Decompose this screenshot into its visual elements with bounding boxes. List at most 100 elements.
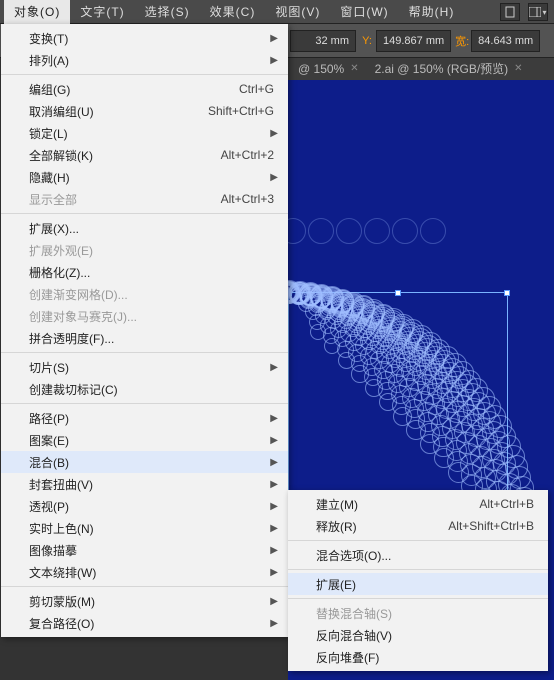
menu-item-label: 扩展(E)	[316, 576, 356, 593]
view-icon[interactable]: ▾	[528, 3, 548, 21]
menu-窗口[interactable]: 窗口(W)	[330, 0, 398, 24]
submenu-arrow-icon: ▶	[270, 457, 278, 468]
y-field[interactable]: 149.867 mm	[376, 30, 451, 52]
menu-item[interactable]: 封套扭曲(V) ▶	[1, 473, 288, 495]
menu-对象[interactable]: 对象(O)	[4, 0, 70, 24]
menu-item[interactable]: 反向混合轴(V)	[288, 624, 548, 646]
submenu-arrow-icon: ▶	[270, 501, 278, 512]
menu-item[interactable]: 变换(T) ▶	[1, 27, 288, 49]
menu-item-label: 切片(S)	[29, 359, 69, 376]
menu-item-label: 取消编组(U)	[29, 103, 94, 120]
submenu-arrow-icon: ▶	[270, 362, 278, 373]
menu-item-label: 混合(B)	[29, 454, 69, 471]
object-menu: 变换(T)▶排列(A)▶编组(G)Ctrl+G取消编组(U)Shift+Ctrl…	[1, 24, 288, 637]
menu-item-label: 隐藏(H)	[29, 169, 70, 186]
menu-item-label: 栅格化(Z)...	[29, 264, 90, 281]
handle[interactable]	[504, 290, 510, 296]
submenu-arrow-icon: ▶	[270, 523, 278, 534]
menu-item[interactable]: 混合(B) ▶	[1, 451, 288, 473]
menu-item-label: 复合路径(O)	[29, 615, 94, 632]
menu-item-label: 混合选项(O)...	[316, 547, 391, 564]
menu-item[interactable]: 复合路径(O) ▶	[1, 612, 288, 634]
menu-item-label: 反向混合轴(V)	[316, 627, 392, 644]
close-icon[interactable]: ✕	[514, 58, 522, 80]
menu-item[interactable]: 取消编组(U) Shift+Ctrl+G	[1, 100, 288, 122]
menu-帮助[interactable]: 帮助(H)	[399, 0, 465, 24]
close-icon[interactable]: ✕	[350, 58, 358, 80]
submenu-arrow-icon: ▶	[270, 479, 278, 490]
menu-item[interactable]: 扩展(X)...	[1, 217, 288, 239]
menu-选择[interactable]: 选择(S)	[135, 0, 200, 24]
submenu-arrow-icon: ▶	[270, 128, 278, 139]
menu-item-label: 显示全部	[29, 191, 77, 208]
menu-item[interactable]: 切片(S) ▶	[1, 356, 288, 378]
menu-item-label: 编组(G)	[29, 81, 70, 98]
menu-item-label: 封套扭曲(V)	[29, 476, 93, 493]
menu-item-label: 路径(P)	[29, 410, 69, 427]
submenu-arrow-icon: ▶	[270, 172, 278, 183]
menu-item[interactable]: 创建裁切标记(C)	[1, 378, 288, 400]
menu-item[interactable]: 扩展(E)	[288, 573, 548, 595]
topright-icons: ▾	[498, 3, 548, 21]
menu-item-label: 反向堆叠(F)	[316, 649, 379, 666]
menu-item[interactable]: 文本绕排(W)▶	[1, 561, 288, 583]
menu-item[interactable]: 路径(P) ▶	[1, 407, 288, 429]
menu-item-label: 创建渐变网格(D)...	[29, 286, 128, 303]
menu-item-label: 全部解锁(K)	[29, 147, 93, 164]
shortcut: Alt+Ctrl+2	[221, 148, 274, 162]
menu-item: 显示全部 Alt+Ctrl+3	[1, 188, 288, 210]
menu-item[interactable]: 锁定(L)▶	[1, 122, 288, 144]
y-label: Y:	[358, 35, 376, 47]
menu-item[interactable]: 建立(M) Alt+Ctrl+B	[288, 493, 548, 515]
menu-item[interactable]: 栅格化(Z)...	[1, 261, 288, 283]
menu-item[interactable]: 透视(P)▶	[1, 495, 288, 517]
document-tab[interactable]: 2.ai @ 150% (RGB/预览)✕	[365, 58, 529, 80]
submenu-arrow-icon: ▶	[270, 33, 278, 44]
shortcut: Alt+Ctrl+B	[479, 497, 534, 511]
menu-item[interactable]: 反向堆叠(F)	[288, 646, 548, 668]
menu-视图[interactable]: 视图(V)	[265, 0, 330, 24]
menu-item[interactable]: 隐藏(H) ▶	[1, 166, 288, 188]
menu-item[interactable]: 混合选项(O)...	[288, 544, 548, 566]
shortcut: Alt+Ctrl+3	[221, 192, 274, 206]
w-field[interactable]: 84.643 mm	[471, 30, 540, 52]
menu-item-label: 释放(R)	[316, 518, 357, 535]
menu-item-label: 创建对象马赛克(J)...	[29, 308, 137, 325]
blend-submenu: 建立(M) Alt+Ctrl+B 释放(R) Alt+Shift+Ctrl+B 混合选项…	[288, 490, 548, 671]
menu-item-label: 拼合透明度(F)...	[29, 330, 114, 347]
w-label: 宽:	[453, 33, 471, 49]
submenu-arrow-icon: ▶	[270, 567, 278, 578]
submenu-arrow-icon: ▶	[270, 545, 278, 556]
menu-item[interactable]: 编组(G) Ctrl+G	[1, 78, 288, 100]
handle[interactable]	[395, 290, 401, 296]
menu-item-label: 排列(A)	[29, 52, 69, 69]
document-tab[interactable]: @ 150%✕	[288, 58, 365, 80]
menu-item-label: 建立(M)	[316, 496, 358, 513]
menu-item[interactable]: 剪切蒙版(M) ▶	[1, 590, 288, 612]
menu-item-label: 剪切蒙版(M)	[29, 593, 95, 610]
menu-item-label: 图案(E)	[29, 432, 69, 449]
menu-item[interactable]: 图像描摹 ▶	[1, 539, 288, 561]
doc-icon[interactable]	[500, 3, 520, 21]
menu-item: 创建对象马赛克(J)...	[1, 305, 288, 327]
submenu-arrow-icon: ▶	[270, 413, 278, 424]
x-field[interactable]: 32 mm	[290, 30, 356, 52]
shortcut: Ctrl+G	[239, 82, 274, 96]
menu-item[interactable]: 图案(E) ▶	[1, 429, 288, 451]
submenu-arrow-icon: ▶	[270, 435, 278, 446]
menu-item[interactable]: 拼合透明度(F)...	[1, 327, 288, 349]
submenu-arrow-icon: ▶	[270, 596, 278, 607]
menu-item[interactable]: 释放(R) Alt+Shift+Ctrl+B	[288, 515, 548, 537]
shortcut: Alt+Shift+Ctrl+B	[448, 519, 534, 533]
menu-item[interactable]: 排列(A)▶	[1, 49, 288, 71]
shortcut: Shift+Ctrl+G	[208, 104, 274, 118]
menu-文字[interactable]: 文字(T)	[70, 0, 134, 24]
menu-效果[interactable]: 效果(C)	[200, 0, 266, 24]
menu-item[interactable]: 全部解锁(K) Alt+Ctrl+2	[1, 144, 288, 166]
menu-bar: 对象(O)文字(T)选择(S)效果(C)视图(V)窗口(W)帮助(H)	[0, 0, 554, 24]
menu-item[interactable]: 实时上色(N)▶	[1, 517, 288, 539]
menu-item-label: 变换(T)	[29, 30, 68, 47]
submenu-arrow-icon: ▶	[270, 618, 278, 629]
menu-item: 创建渐变网格(D)...	[1, 283, 288, 305]
menu-item-label: 图像描摹	[29, 542, 77, 559]
